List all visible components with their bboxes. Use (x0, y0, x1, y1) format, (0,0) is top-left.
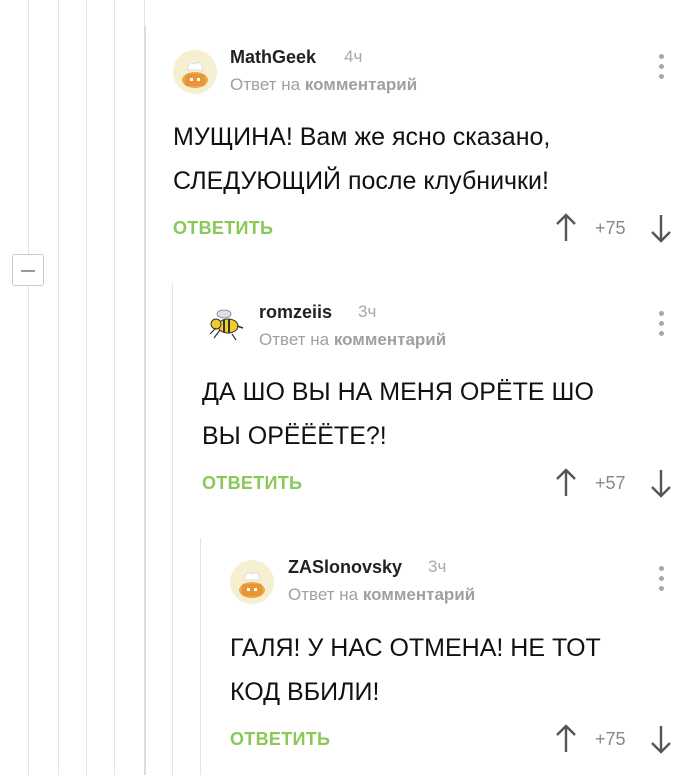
avatar[interactable] (202, 304, 246, 348)
thread-line (28, 0, 29, 254)
reply-to: Ответ на комментарий (230, 75, 417, 95)
vote-down-icon[interactable] (649, 468, 673, 498)
thread-line (28, 286, 29, 775)
reply-button[interactable]: ОТВЕТИТЬ (230, 729, 330, 750)
chef-bread-icon (239, 572, 265, 598)
avatar[interactable] (173, 50, 217, 94)
comment-menu-button[interactable] (657, 54, 667, 84)
comment-menu-button[interactable] (657, 311, 667, 341)
comment-body: ГАЛЯ! У НАС ОТМЕНА! НЕ ТОТ КОД ВБИЛИ! (230, 626, 601, 714)
thread-line (200, 538, 201, 775)
reply-button[interactable]: ОТВЕТИТЬ (173, 218, 273, 239)
username[interactable]: romzeiis (259, 302, 332, 323)
rating: +75 (595, 729, 626, 749)
thread-line (114, 0, 115, 775)
parent-comment-link[interactable]: комментарий (305, 75, 417, 94)
chef-bread-icon (182, 62, 208, 88)
timestamp: 3ч (428, 557, 447, 576)
rating: +57 (595, 473, 626, 493)
comment-menu-button[interactable] (657, 566, 667, 596)
vote-down-icon[interactable] (649, 724, 673, 754)
timestamp: 3ч (358, 302, 377, 321)
timestamp: 4ч (344, 47, 363, 66)
comment-line: ДА ШО ВЫ НА МЕНЯ ОРЁТЕ ШО (202, 378, 594, 406)
vote-down-icon[interactable] (649, 213, 673, 243)
thread-line (172, 283, 173, 775)
username[interactable]: ZASlonovsky (288, 557, 402, 578)
vote-up-icon[interactable] (554, 724, 578, 754)
rating: +75 (595, 218, 626, 238)
reply-to-prefix: Ответ на (230, 75, 301, 94)
reply-to-prefix: Ответ на (288, 585, 359, 604)
comment-line: МУЩИНА! Вам же ясно сказано, (173, 123, 551, 151)
reply-to: Ответ на комментарий (288, 585, 475, 605)
vote-up-icon[interactable] (554, 468, 578, 498)
comment-line: ГАЛЯ! У НАС ОТМЕНА! НЕ ТОТ (230, 634, 601, 662)
avatar[interactable] (230, 560, 274, 604)
wasp-icon (209, 309, 244, 341)
comment-body: ДА ШО ВЫ НА МЕНЯ ОРЁТЕ ШО ВЫ ОРЁЁЁТЕ?! (202, 370, 594, 458)
comment-line: КОД ВБИЛИ! (230, 678, 380, 706)
collapse-thread-button[interactable] (12, 254, 44, 286)
reply-to-prefix: Ответ на (259, 330, 330, 349)
thread-line (58, 0, 59, 775)
comment-body: МУЩИНА! Вам же ясно сказано, СЛЕДУЮЩИЙ п… (173, 115, 550, 203)
parent-comment-link[interactable]: комментарий (363, 585, 475, 604)
reply-button[interactable]: ОТВЕТИТЬ (202, 473, 302, 494)
thread-line (86, 0, 87, 775)
thread-line-active (144, 26, 146, 775)
vote-up-icon[interactable] (554, 213, 578, 243)
comment-line: СЛЕДУЮЩИЙ после клубнички! (173, 167, 549, 195)
username[interactable]: MathGeek (230, 47, 316, 68)
reply-to: Ответ на комментарий (259, 330, 446, 350)
comment-line: ВЫ ОРЁЁЁТЕ?! (202, 422, 387, 450)
parent-comment-link[interactable]: комментарий (334, 330, 446, 349)
